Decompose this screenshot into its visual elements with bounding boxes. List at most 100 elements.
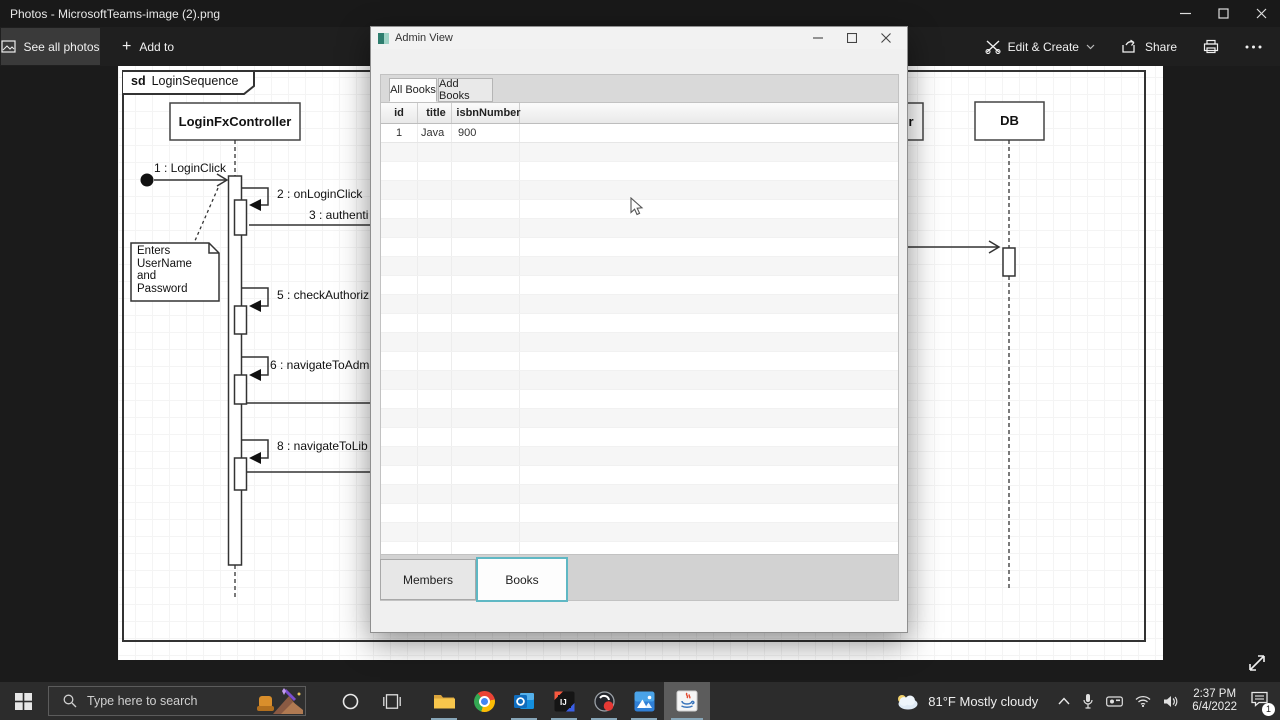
empty-cell (452, 181, 520, 199)
table-row[interactable] (381, 504, 898, 523)
chrome-icon (473, 690, 495, 712)
share-button[interactable]: Share (1111, 28, 1187, 65)
table-row[interactable] (381, 447, 898, 466)
photos-gallery-icon (1, 40, 17, 53)
note-connector (193, 187, 219, 244)
empty-cell (381, 295, 418, 313)
table-row[interactable] (381, 371, 898, 390)
edit-create-button[interactable]: Edit & Create (975, 28, 1105, 65)
empty-cell (418, 466, 452, 484)
table-row[interactable] (381, 238, 898, 257)
admin-close-button[interactable] (869, 27, 903, 49)
table-row[interactable] (381, 523, 898, 542)
minimize-icon (813, 37, 823, 39)
photos-minimize-button[interactable] (1166, 0, 1204, 27)
tray-mic-button[interactable] (1082, 693, 1094, 709)
table-row[interactable]: 1 Java 900 (381, 124, 898, 143)
table-row[interactable] (381, 466, 898, 485)
column-header-id[interactable]: id (381, 103, 418, 123)
close-icon (1256, 8, 1266, 19)
intellij-icon: IJ (554, 691, 574, 711)
table-row[interactable] (381, 542, 898, 554)
add-to-button[interactable]: + Add to (122, 38, 174, 55)
table-row[interactable] (381, 333, 898, 352)
empty-cell (452, 409, 520, 427)
tray-network-button[interactable] (1135, 695, 1151, 707)
activation-m8 (233, 457, 248, 491)
tab-members[interactable]: Members (380, 559, 476, 600)
empty-cell (381, 238, 418, 256)
empty-cell (381, 409, 418, 427)
action-center-button[interactable]: 1 (1251, 691, 1275, 716)
task-view-button[interactable] (372, 682, 412, 720)
photos-toolbar-right: Edit & Create Share (975, 27, 1272, 66)
empty-cell (418, 447, 452, 465)
tab-all-books[interactable]: All Books (389, 78, 437, 102)
tray-device-icon (1106, 696, 1124, 707)
tray-device-button[interactable] (1106, 695, 1124, 707)
cloud-icon (898, 694, 918, 709)
column-header-isbn[interactable]: isbnNumber (452, 103, 521, 123)
admin-maximize-button[interactable] (835, 27, 869, 49)
chrome-button[interactable] (464, 682, 504, 720)
tray-overflow-button[interactable] (1058, 697, 1070, 705)
photos-maximize-button[interactable] (1204, 0, 1242, 27)
intellij-button[interactable]: IJ (544, 682, 584, 720)
tab-add-books[interactable]: Add Books (438, 78, 493, 102)
empty-cell (418, 276, 452, 294)
close-icon (881, 33, 891, 43)
table-row[interactable] (381, 276, 898, 295)
empty-cell (452, 257, 520, 275)
controller-label: LoginFxController (178, 114, 292, 129)
start-button[interactable] (0, 682, 46, 720)
outlook-button[interactable] (504, 682, 544, 720)
java-app-button[interactable] (664, 682, 710, 720)
see-all-photos-label: See all photos (23, 39, 100, 54)
admin-titlebar[interactable]: Admin View (371, 27, 907, 49)
tab-books[interactable]: Books (476, 557, 568, 602)
fullscreen-expand-button[interactable] (1246, 652, 1268, 679)
empty-cell (452, 447, 520, 465)
print-button[interactable] (1193, 28, 1229, 65)
empty-cell (452, 162, 520, 180)
table-row[interactable] (381, 352, 898, 371)
file-explorer-button[interactable] (424, 682, 464, 720)
more-button[interactable] (1235, 28, 1272, 65)
books-table-header: id title isbnNumber (380, 103, 899, 124)
empty-cell (381, 428, 418, 446)
cortana-button[interactable] (328, 682, 372, 720)
taskbar-search-input[interactable]: Type here to search (48, 686, 306, 716)
main-tab-strip: Members Books (380, 554, 899, 602)
table-row[interactable] (381, 409, 898, 428)
empty-cell (418, 200, 452, 218)
message8-label: 8 : navigateToLib (277, 439, 368, 453)
empty-cell (418, 333, 452, 351)
activation-m5 (233, 305, 248, 335)
taskbar-clock[interactable]: 2:37 PM 6/4/2022 (1192, 688, 1237, 714)
table-row[interactable] (381, 390, 898, 409)
table-row[interactable] (381, 162, 898, 181)
table-row[interactable] (381, 295, 898, 314)
column-header-title[interactable]: title (418, 103, 452, 123)
clock-date: 6/4/2022 (1192, 701, 1237, 713)
photos-close-button[interactable] (1242, 0, 1280, 27)
see-all-photos-button[interactable]: See all photos (1, 28, 100, 65)
screen: sd LoginSequence LoginFxController DB r 1… (0, 0, 1280, 720)
table-row[interactable] (381, 314, 898, 333)
table-row[interactable] (381, 257, 898, 276)
photos-app-button[interactable] (624, 682, 664, 720)
admin-minimize-button[interactable] (801, 27, 835, 49)
tray-volume-button[interactable] (1163, 695, 1178, 708)
obs-button[interactable] (584, 682, 624, 720)
table-row[interactable] (381, 143, 898, 162)
empty-cell (418, 238, 452, 256)
empty-cell (452, 352, 520, 370)
message6-label: 6 : navigateToAdm (270, 358, 370, 372)
table-row[interactable] (381, 485, 898, 504)
empty-cell (381, 352, 418, 370)
empty-cell (452, 371, 520, 389)
message5-label: 5 : checkAuthoriz (277, 288, 370, 302)
expand-arrows-icon (1249, 655, 1265, 671)
weather-widget[interactable]: 81°F Mostly cloudy (895, 693, 1038, 710)
table-row[interactable] (381, 428, 898, 447)
